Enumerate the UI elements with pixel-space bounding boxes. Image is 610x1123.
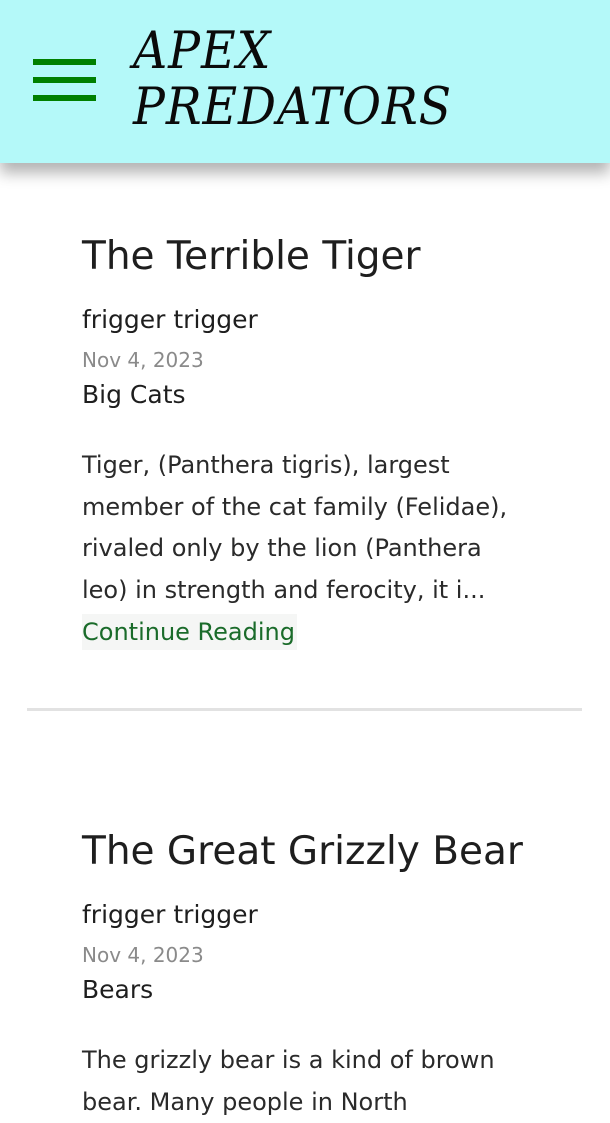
post-card: The Terrible Tiger frigger trigger Nov 4… — [82, 233, 542, 650]
post-author[interactable]: frigger trigger — [82, 900, 258, 930]
post-date: Nov 4, 2023 — [82, 943, 204, 967]
post-category[interactable]: Bears — [82, 975, 153, 1005]
continue-reading-link[interactable]: Continue Reading — [82, 614, 297, 650]
menu-bar-top — [33, 59, 96, 65]
logo-line-2: PREDATORS — [133, 78, 453, 137]
hamburger-menu-icon[interactable] — [33, 59, 96, 103]
post-date: Nov 4, 2023 — [82, 348, 204, 372]
post-excerpt: Tiger, (Panthera tigris), largest member… — [82, 451, 508, 604]
site-logo[interactable]: APEX PREDATORS — [133, 24, 468, 136]
menu-bar-bottom — [33, 95, 96, 101]
menu-bar-middle — [33, 77, 96, 83]
post-excerpt: The grizzly bear is a kind of brown bear… — [82, 1046, 495, 1116]
post-title[interactable]: The Terrible Tiger — [82, 233, 542, 281]
post-divider — [27, 708, 582, 711]
logo-line-1: APEX — [133, 22, 272, 81]
post-author[interactable]: frigger trigger — [82, 305, 258, 335]
post-category[interactable]: Big Cats — [82, 380, 186, 410]
post-title[interactable]: The Great Grizzly Bear — [82, 828, 542, 876]
post-card: The Great Grizzly Bear frigger trigger N… — [82, 828, 542, 1116]
site-header: APEX PREDATORS — [0, 0, 610, 163]
